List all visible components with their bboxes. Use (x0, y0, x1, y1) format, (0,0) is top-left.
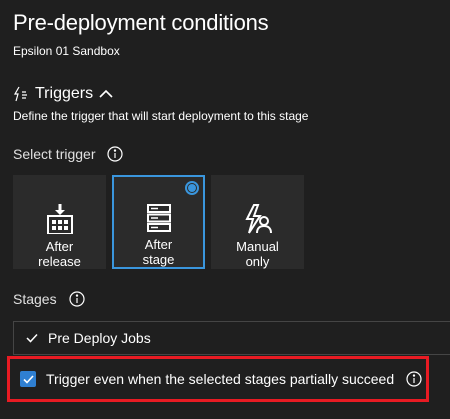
after-release-icon (46, 203, 73, 235)
triggers-heading: Triggers (35, 85, 94, 102)
info-icon[interactable] (107, 146, 124, 162)
stages-label-row: Stages (13, 291, 85, 307)
select-trigger-label-row: Select trigger (13, 146, 124, 162)
partial-success-highlight: Trigger even when the selected stages pa… (7, 356, 429, 402)
trigger-options: After release After stage Manual only (13, 175, 304, 269)
stages-dropdown[interactable]: Pre Deploy Jobs (13, 321, 450, 355)
trigger-option-manual-only[interactable]: Manual only (211, 175, 304, 269)
trigger-option-label: After release (38, 239, 81, 269)
panel-subtitle: Epsilon 01 Sandbox (13, 44, 120, 58)
trigger-option-after-release[interactable]: After release (13, 175, 106, 269)
trigger-option-label: Manual only (236, 239, 279, 269)
manual-only-icon (244, 203, 272, 235)
triggers-description: Define the trigger that will start deplo… (13, 109, 309, 123)
after-stage-icon (146, 203, 172, 233)
partial-success-label[interactable]: Trigger even when the selected stages pa… (46, 371, 394, 387)
info-icon[interactable] (68, 291, 85, 307)
lightning-icon (13, 86, 29, 102)
partial-success-checkbox[interactable] (20, 371, 36, 387)
panel-title: Pre-deployment conditions (13, 10, 269, 35)
select-trigger-label: Select trigger (13, 146, 96, 162)
trigger-option-after-stage[interactable]: After stage (112, 175, 205, 269)
selected-indicator (185, 181, 199, 195)
triggers-section-toggle[interactable]: Triggers (13, 85, 113, 103)
info-icon[interactable] (406, 371, 422, 387)
trigger-option-label: After stage (142, 237, 175, 267)
check-icon (26, 333, 38, 343)
stages-selected-value: Pre Deploy Jobs (48, 330, 151, 346)
stages-label: Stages (13, 291, 57, 307)
chevron-up-icon (99, 89, 113, 99)
